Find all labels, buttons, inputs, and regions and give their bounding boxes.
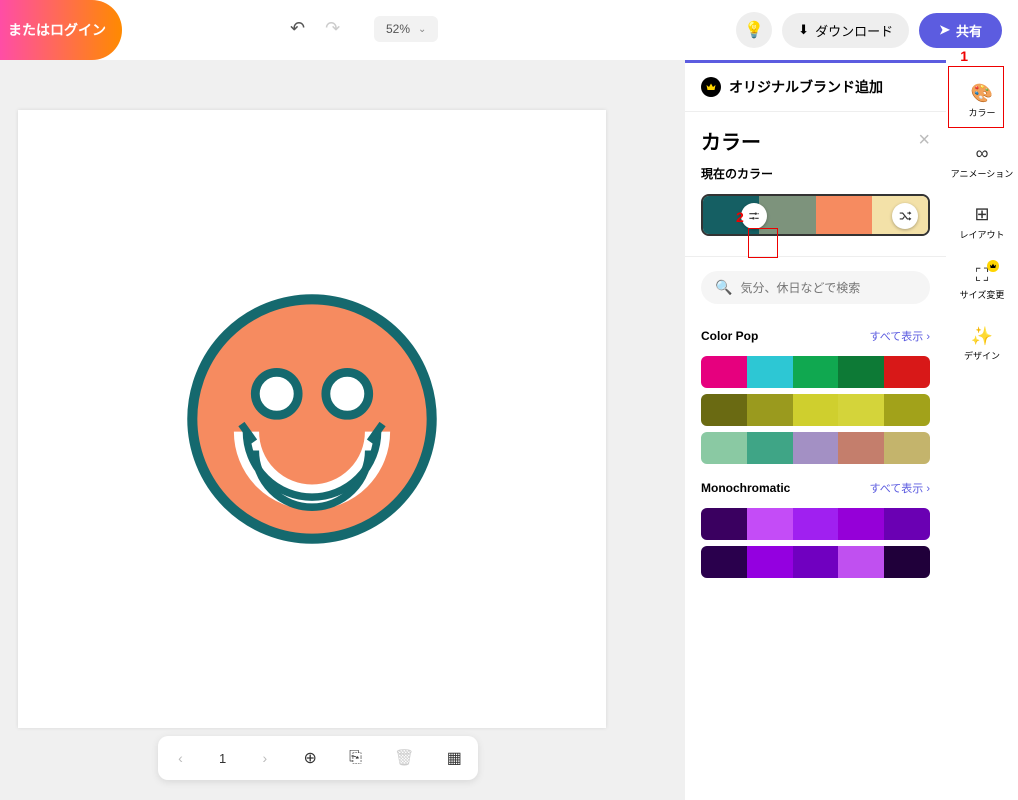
- chevron-down-icon: ⌄: [418, 24, 426, 35]
- share-label: 共有: [956, 21, 982, 40]
- layout-icon: ⊞: [971, 204, 993, 226]
- add-brand-button[interactable]: オリジナルブランド追加: [685, 63, 946, 112]
- crown-mini-icon: [987, 260, 999, 272]
- send-icon: ➤: [939, 22, 950, 38]
- right-rail: 🎨 カラー ∞ アニメーション ⊞ レイアウト ⛶ サイズ変更 ✨ デザイン: [946, 60, 1018, 800]
- rail-color[interactable]: 🎨 カラー: [946, 72, 1018, 133]
- category-color-pop: Color Pop: [701, 329, 758, 343]
- crown-badge-icon: [701, 77, 721, 97]
- canvas[interactable]: [18, 110, 606, 728]
- download-icon: ⬇: [798, 22, 809, 38]
- undo-icon[interactable]: ↶: [290, 18, 305, 39]
- magic-icon: ✨: [971, 325, 993, 347]
- prev-page-button[interactable]: ‹: [174, 746, 187, 770]
- zoom-dropdown[interactable]: 52% ⌄: [374, 16, 438, 42]
- current-swatch-2[interactable]: [759, 196, 815, 234]
- zoom-value: 52%: [386, 22, 410, 36]
- lightbulb-button[interactable]: 💡: [736, 12, 772, 48]
- category-monochromatic: Monochromatic: [701, 481, 790, 495]
- close-icon[interactable]: ×: [918, 129, 930, 152]
- resize-icon: ⛶: [971, 264, 993, 286]
- shuffle-color-button[interactable]: [892, 203, 918, 229]
- page-navigation: ‹ 1 › ⊕ ⎘ 🗑 ▦: [158, 736, 478, 780]
- add-page-icon[interactable]: ⊕: [303, 748, 316, 768]
- sliders-icon: [747, 209, 761, 223]
- duplicate-page-icon[interactable]: ⎘: [349, 749, 362, 767]
- palette-pop-2[interactable]: [701, 394, 930, 426]
- view-all-color-pop[interactable]: すべて表示 ›: [869, 328, 930, 344]
- download-label: ダウンロード: [815, 21, 893, 40]
- smiley-graphic[interactable]: [186, 293, 438, 545]
- palette-mono-1[interactable]: [701, 508, 930, 540]
- shuffle-icon: [898, 209, 912, 223]
- page-number: 1: [219, 751, 226, 766]
- download-button[interactable]: ⬇ ダウンロード: [782, 13, 909, 48]
- grid-view-icon[interactable]: ▦: [447, 748, 462, 768]
- rail-design[interactable]: ✨ デザイン: [946, 315, 1018, 376]
- rail-animation[interactable]: ∞ アニメーション: [946, 133, 1018, 194]
- palette-mono-2[interactable]: [701, 546, 930, 578]
- animation-icon: ∞: [971, 143, 993, 165]
- share-button[interactable]: ➤ 共有: [919, 13, 1002, 48]
- current-color-label: 現在のカラー: [685, 161, 946, 186]
- rail-resize[interactable]: ⛶ サイズ変更: [946, 254, 1018, 315]
- rail-layout[interactable]: ⊞ レイアウト: [946, 194, 1018, 255]
- palette-icon: 🎨: [971, 82, 993, 104]
- delete-page-icon: 🗑: [394, 748, 414, 768]
- search-input[interactable]: [740, 281, 916, 295]
- current-swatch-3[interactable]: [816, 196, 872, 234]
- add-brand-label: オリジナルブランド追加: [729, 77, 883, 97]
- current-color-row: [701, 194, 930, 236]
- login-button[interactable]: またはログイン: [0, 0, 122, 60]
- color-search[interactable]: 🔍: [701, 271, 930, 304]
- lightbulb-icon: 💡: [744, 20, 764, 40]
- next-page-button[interactable]: ›: [259, 746, 272, 770]
- palette-pop-1[interactable]: [701, 356, 930, 388]
- palette-pop-3[interactable]: [701, 432, 930, 464]
- redo-icon: ↷: [325, 18, 340, 39]
- view-all-monochromatic[interactable]: すべて表示 ›: [869, 480, 930, 496]
- color-heading: カラー: [701, 126, 761, 155]
- right-panel: オリジナルブランド追加 カラー × 現在のカラー 🔍 Color Pop すべて…: [685, 60, 946, 800]
- search-icon: 🔍: [715, 279, 732, 296]
- edit-color-button[interactable]: [741, 203, 767, 229]
